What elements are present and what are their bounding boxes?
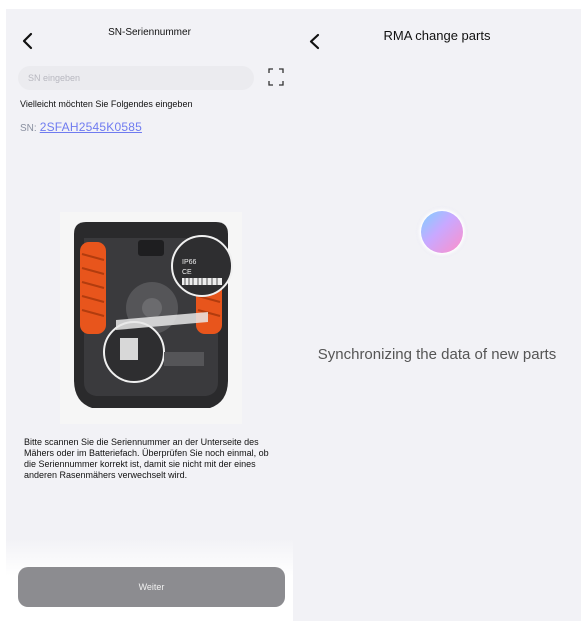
sync-status-text: Synchronizing the data of new parts: [317, 346, 557, 363]
suggestion-hint: Vielleicht möchten Sie Folgendes eingebe…: [20, 99, 193, 109]
scan-icon: [268, 68, 284, 86]
page-title: RMA change parts: [383, 28, 491, 43]
ce-mark-label: CE: [182, 269, 192, 276]
continue-button[interactable]: Weiter: [18, 567, 285, 607]
sn-suggestion-row: SN: 2SFAH2545K0585: [20, 120, 142, 134]
sn-prefix-label: SN:: [20, 123, 37, 134]
scan-button[interactable]: [268, 68, 284, 86]
page-title: SN-Seriennummer: [108, 27, 191, 38]
ip-rating-label: IP66: [182, 259, 197, 266]
serial-number-input[interactable]: [18, 66, 254, 90]
sn-suggestion-link[interactable]: 2SFAH2545K0585: [40, 120, 142, 134]
scan-instructions: Bitte scannen Sie die Seriennummer an de…: [24, 437, 269, 480]
mower-underside-image: IP66 CE: [60, 212, 242, 424]
rma-change-parts-screen: RMA change parts Synchronizing the data …: [293, 9, 581, 621]
loading-spinner-icon: [415, 205, 469, 259]
serial-number-screen: SN-Seriennummer Vielleicht möchten Sie F…: [6, 9, 293, 621]
